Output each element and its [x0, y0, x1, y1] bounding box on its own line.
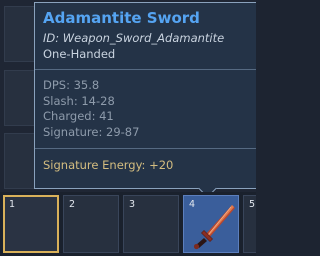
- item-type: One-Handed: [43, 47, 116, 61]
- stat-signature: Signature: 29-87: [43, 124, 140, 139]
- slot-number: 2: [69, 199, 76, 210]
- tooltip-divider: [35, 148, 256, 149]
- sword-icon: [193, 205, 235, 250]
- hotbar-slot-3[interactable]: 3: [123, 195, 179, 253]
- hotbar-slot-2[interactable]: 2: [63, 195, 119, 253]
- game-screen: Adamantite Sword ID: Weapon_Sword_Adaman…: [0, 0, 256, 256]
- item-id: ID: Weapon_Sword_Adamantite: [43, 31, 225, 45]
- stat-slash: Slash: 14-28: [43, 93, 115, 108]
- slot-number: 1: [9, 199, 16, 210]
- item-tooltip: Adamantite Sword ID: Weapon_Sword_Adaman…: [34, 2, 256, 189]
- signature-energy: Signature Energy: +20: [43, 158, 174, 172]
- item-name: Adamantite Sword: [43, 9, 200, 27]
- slot-number: 5: [249, 199, 256, 210]
- hotbar: 1 2 3 4 5: [0, 192, 256, 256]
- tooltip-divider: [35, 69, 256, 70]
- hotbar-slot-5[interactable]: 5: [243, 195, 256, 253]
- hotbar-slot-4[interactable]: 4: [183, 195, 239, 253]
- stat-dps: DPS: 35.8: [43, 78, 100, 92]
- hotbar-slot-1[interactable]: 1: [3, 195, 59, 253]
- slot-number: 3: [129, 199, 136, 210]
- stat-charged: Charged: 41: [43, 109, 114, 123]
